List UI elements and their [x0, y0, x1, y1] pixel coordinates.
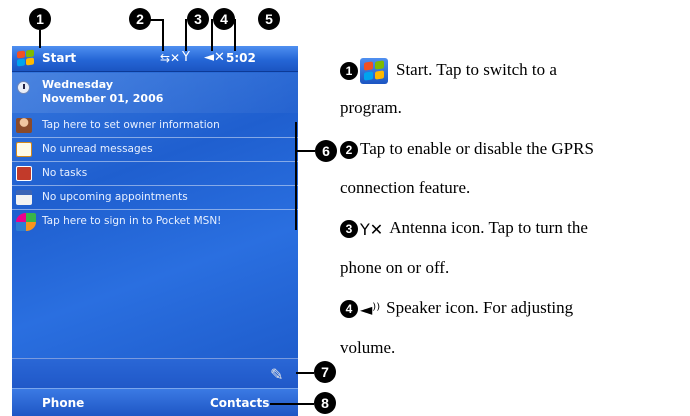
today-item-messages[interactable]: No unread messages [12, 138, 298, 162]
description-2-cont: connection feature. [340, 178, 470, 198]
description-text: phone on or off. [340, 258, 450, 277]
leader-line [234, 19, 236, 51]
description-4: 4 ◄⁾⁾ Speaker icon. For adjusting [340, 298, 573, 319]
today-item-label: Tap here to set owner information [42, 119, 220, 131]
description-number: 3 [340, 220, 358, 239]
callout-5: 5 [258, 8, 280, 30]
callout-2: 2 [129, 8, 151, 30]
antenna-off-icon[interactable]: Y [182, 50, 190, 65]
leader-line [211, 19, 213, 51]
callout-7: 7 [314, 361, 336, 383]
today-item-owner[interactable]: Tap here to set owner information [12, 114, 298, 138]
today-item-label: No unread messages [42, 143, 153, 155]
antenna-off-icon: Y✕ [360, 219, 384, 239]
today-item-label: No upcoming appointments [42, 191, 188, 203]
input-panel-icon[interactable]: ✎ [270, 365, 290, 384]
phone-softkey[interactable]: Phone [42, 396, 84, 410]
today-item-msn[interactable]: Tap here to sign in to Pocket MSN! [12, 210, 298, 234]
callout-6: 6 [315, 140, 337, 162]
leader-line [270, 403, 314, 405]
description-4-cont: volume. [340, 338, 395, 358]
description-number: 2 [340, 141, 358, 160]
leader-line [295, 150, 315, 152]
description-text: Antenna icon. Tap to turn the [389, 218, 588, 237]
description-text: program. [340, 98, 402, 117]
leader-line [149, 19, 163, 21]
description-1-cont: program. [340, 98, 402, 118]
callout-1: 1 [29, 8, 51, 30]
pocket-pc-screen: Start ⇆✕ Y ◄✕ 5:02 Wednesday November 01… [12, 46, 298, 416]
description-3-cont: phone on or off. [340, 258, 449, 278]
description-text: connection feature. [340, 178, 471, 197]
owner-icon [16, 118, 32, 133]
description-number: 4 [340, 300, 358, 319]
leader-line [39, 30, 41, 48]
leader-line [296, 372, 314, 374]
today-item-label: Tap here to sign in to Pocket MSN! [42, 215, 222, 227]
start-windows-icon [360, 58, 388, 84]
description-1: 1 Start. Tap to switch to a [340, 58, 557, 84]
start-label[interactable]: Start [42, 51, 76, 65]
contacts-softkey[interactable]: Contacts [210, 396, 269, 410]
description-text: volume. [340, 338, 396, 357]
softkey-bar: Phone Contacts [12, 388, 298, 416]
navigation-bar: Start ⇆✕ Y ◄✕ 5:02 [12, 46, 298, 72]
description-text: Start. Tap to switch to a [396, 59, 557, 79]
weekday-label: Wednesday [42, 78, 114, 91]
callout-3: 3 [187, 8, 209, 30]
clock-icon [17, 81, 30, 94]
date-label: November 01, 2006 [42, 92, 164, 105]
today-date-item[interactable]: Wednesday November 01, 2006 [12, 73, 298, 113]
description-2: 2 Tap to enable or disable the GPRS [340, 139, 594, 160]
description-3: 3 Y✕ Antenna icon. Tap to turn the [340, 218, 588, 239]
leader-line [162, 19, 164, 51]
description-number: 1 [340, 62, 358, 80]
input-panel-area: ✎ [12, 358, 298, 388]
today-item-label: No tasks [42, 167, 88, 179]
mail-icon [16, 142, 32, 157]
start-windows-icon[interactable] [16, 49, 36, 68]
description-text: Tap to enable or disable the GPRS [360, 139, 594, 158]
leader-line [185, 19, 187, 51]
clock[interactable]: 5:02 [226, 51, 256, 65]
today-item-tasks[interactable]: No tasks [12, 162, 298, 186]
gprs-disconnected-icon[interactable]: ⇆✕ [160, 51, 180, 65]
speaker-icon: ◄⁾⁾ [360, 299, 381, 319]
today-item-appointments[interactable]: No upcoming appointments [12, 186, 298, 210]
callout-8: 8 [314, 392, 336, 414]
callout-4: 4 [213, 8, 235, 30]
leader-line [295, 122, 297, 230]
description-text: Speaker icon. For adjusting [386, 298, 574, 317]
speaker-muted-icon[interactable]: ◄✕ [204, 50, 225, 65]
calendar-icon [16, 190, 32, 205]
msn-butterfly-icon [16, 213, 36, 231]
tasks-icon [16, 166, 32, 181]
